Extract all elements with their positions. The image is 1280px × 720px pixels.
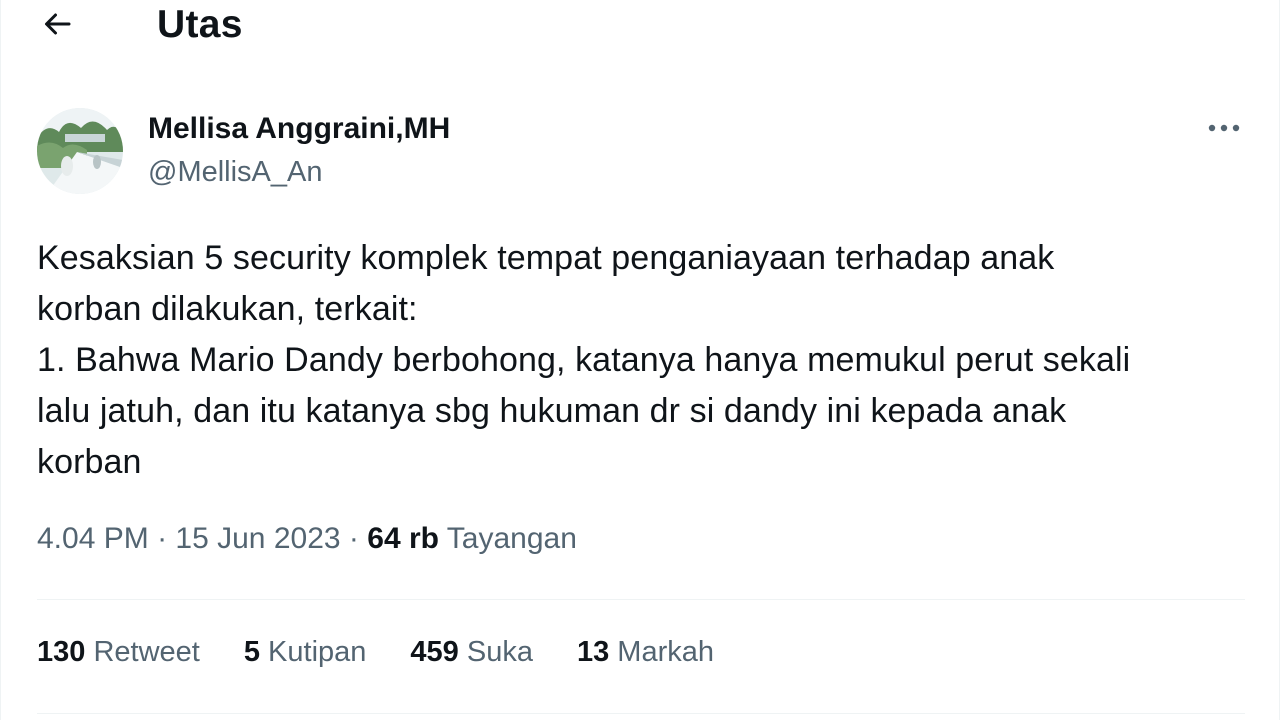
stat-label: Suka — [466, 636, 533, 668]
tweet-text: Kesaksian 5 security komplek tempat peng… — [37, 239, 1131, 481]
tweet-detail-page: Utas Mellisa Anggraini,MH @MellisA_An Ke… — [0, 0, 1280, 720]
retweets-stat[interactable]: 130 Retweet — [37, 636, 200, 669]
divider — [37, 713, 1245, 714]
meta-separator: · — [157, 522, 168, 555]
meta-separator: · — [348, 522, 359, 555]
author-handle[interactable]: @MellisA_An — [148, 156, 323, 189]
stat-count: 5 — [243, 636, 260, 668]
views-label: Tayangan — [446, 522, 577, 555]
stat-label: Retweet — [93, 636, 200, 668]
stat-label: Markah — [617, 636, 714, 668]
divider — [37, 599, 1245, 600]
tweet-meta: 4.04 PM · 15 Jun 2023 · 64 rb Tayangan — [37, 522, 577, 556]
arrow-left-icon — [39, 6, 75, 47]
stat-count: 130 — [37, 636, 86, 668]
tweet-date[interactable]: 15 Jun 2023 — [175, 522, 340, 555]
tweet-author: Mellisa Anggraini,MH @MellisA_An — [37, 106, 1247, 198]
likes-stat[interactable]: 459 Suka — [410, 636, 533, 669]
more-options-button[interactable] — [1201, 114, 1247, 144]
page-header: Utas — [1, 0, 1279, 56]
stat-count: 13 — [576, 636, 610, 668]
author-name[interactable]: Mellisa Anggraini,MH — [148, 112, 450, 146]
stat-label: Kutipan — [268, 636, 367, 668]
views-count: 64 rb — [367, 522, 439, 555]
stat-count: 459 — [410, 636, 459, 668]
page-title: Utas — [157, 3, 243, 46]
quotes-stat[interactable]: 5 Kutipan — [244, 636, 367, 669]
avatar[interactable] — [37, 108, 123, 194]
more-horizontal-icon — [1207, 120, 1241, 138]
back-button[interactable] — [35, 6, 79, 46]
bookmarks-stat[interactable]: 13 Markah — [577, 636, 714, 669]
tweet-stats: 130 Retweet 5 Kutipan 459 Suka 13 Markah — [37, 636, 758, 669]
tweet-time[interactable]: 4.04 PM — [37, 522, 149, 555]
